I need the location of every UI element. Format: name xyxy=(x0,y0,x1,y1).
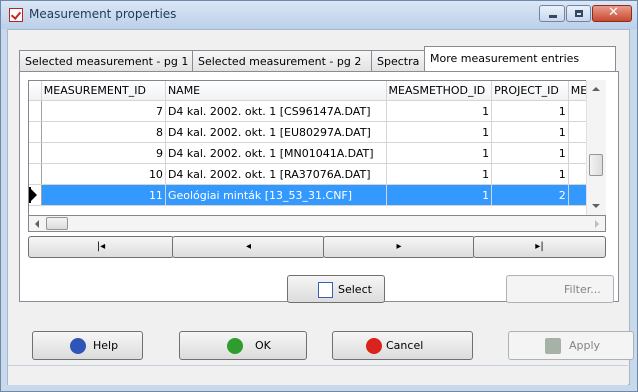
minimize-button[interactable] xyxy=(539,5,565,22)
cell-measmethod-id[interactable]: 1 xyxy=(386,121,493,143)
cell-project-id[interactable]: 1 xyxy=(491,100,569,122)
app-checkbox-icon xyxy=(9,8,23,22)
maximize-icon xyxy=(575,10,583,17)
cell-measurement-id[interactable]: 8 xyxy=(41,121,166,143)
select-document-icon xyxy=(318,282,333,298)
row-indicator[interactable] xyxy=(29,100,42,122)
vertical-scroll-thumb[interactable] xyxy=(589,154,603,176)
x-circle-icon xyxy=(366,338,382,354)
cancel-button-label: Cancel xyxy=(386,339,424,352)
cell-name[interactable]: D4 kal. 2002. okt. 1 [EU80297A.DAT] xyxy=(165,121,387,143)
tab-spectra[interactable]: Spectra xyxy=(371,50,425,71)
header-row: MEASUREMENT_ID NAME MEASMETHOD_ID PROJEC… xyxy=(29,81,605,101)
cell-measmethod-id[interactable]: 1 xyxy=(386,184,493,206)
column-header-project-id[interactable]: PROJECT_ID xyxy=(491,81,569,101)
scroll-up-arrow-icon[interactable] xyxy=(592,87,600,91)
cell-measurement-id[interactable]: 10 xyxy=(41,163,166,185)
close-icon: ✕ xyxy=(608,5,619,20)
question-icon xyxy=(70,338,86,354)
status-bar xyxy=(8,365,628,385)
horizontal-scroll-thumb[interactable] xyxy=(46,217,68,230)
cell-project-id[interactable]: 1 xyxy=(491,142,569,164)
table-row[interactable]: 10 D4 kal. 2002. okt. 1 [RA37076A.DAT] 1… xyxy=(29,163,605,185)
row-indicator-header xyxy=(29,81,42,101)
cell-project-id[interactable]: 2 xyxy=(491,184,569,206)
next-record-button[interactable]: ▸ xyxy=(323,236,475,258)
measurements-table: MEASUREMENT_ID NAME MEASMETHOD_ID PROJEC… xyxy=(29,81,605,206)
title-bar[interactable]: Measurement properties ✕ xyxy=(1,1,637,29)
column-header-name[interactable]: NAME xyxy=(165,81,387,101)
measurements-grid[interactable]: MEASUREMENT_ID NAME MEASMETHOD_ID PROJEC… xyxy=(28,80,606,232)
current-row-indicator[interactable] xyxy=(29,184,42,206)
previous-record-button[interactable]: ◂ xyxy=(172,236,325,258)
cell-project-id[interactable]: 1 xyxy=(491,121,569,143)
close-button[interactable]: ✕ xyxy=(592,5,632,22)
cell-project-id[interactable]: 1 xyxy=(491,163,569,185)
scroll-left-arrow-icon[interactable] xyxy=(35,220,39,228)
select-button-label: Select xyxy=(338,283,372,296)
select-button[interactable]: Select xyxy=(287,275,385,303)
first-record-button[interactable]: |◂ xyxy=(28,236,174,258)
column-header-measurement-id[interactable]: MEASUREMENT_ID xyxy=(41,81,166,101)
ok-button[interactable]: OK xyxy=(179,331,307,360)
filter-button[interactable]: Filter... xyxy=(506,275,614,303)
cell-measmethod-id[interactable]: 1 xyxy=(386,142,493,164)
minimize-icon xyxy=(549,15,557,18)
record-navigator: |◂ ◂ ▸ ▸| xyxy=(28,236,606,258)
cell-name[interactable]: D4 kal. 2002. okt. 1 [RA37076A.DAT] xyxy=(165,163,387,185)
cell-name[interactable]: D4 kal. 2002. okt. 1 [CS96147A.DAT] xyxy=(165,100,387,122)
scroll-right-arrow-icon[interactable] xyxy=(595,220,599,228)
cell-name[interactable]: Geológiai minták [13_53_31.CNF] xyxy=(165,184,387,206)
tab-selected-measurement-pg1[interactable]: Selected measurement - pg 1 xyxy=(19,50,193,71)
tab-selected-measurement-pg2[interactable]: Selected measurement - pg 2 xyxy=(192,50,372,71)
cell-measmethod-id[interactable]: 1 xyxy=(386,163,493,185)
current-row-bar-icon xyxy=(29,187,31,203)
table-row-selected[interactable]: 11 Geológiai minták [13_53_31.CNF] 1 2 xyxy=(29,184,605,206)
help-button-label: Help xyxy=(93,339,119,352)
column-header-measmethod-id[interactable]: MEASMETHOD_ID xyxy=(386,81,493,101)
cell-measmethod-id[interactable]: 1 xyxy=(386,100,493,122)
apply-button-label: Apply xyxy=(569,339,601,352)
cell-name[interactable]: D4 kal. 2002. okt. 1 [MN01041A.DAT] xyxy=(165,142,387,164)
current-row-arrow-icon xyxy=(31,189,37,201)
apply-button[interactable]: Apply xyxy=(508,331,634,360)
table-row[interactable]: 9 D4 kal. 2002. okt. 1 [MN01041A.DAT] 1 … xyxy=(29,142,605,164)
table-row[interactable]: 8 D4 kal. 2002. okt. 1 [EU80297A.DAT] 1 … xyxy=(29,121,605,143)
window-title: Measurement properties xyxy=(29,7,177,21)
cell-measurement-id[interactable]: 11 xyxy=(41,184,166,206)
check-circle-icon xyxy=(227,338,243,354)
row-indicator[interactable] xyxy=(29,163,42,185)
cell-measurement-id[interactable]: 7 xyxy=(41,100,166,122)
help-button[interactable]: Help xyxy=(32,331,143,360)
scroll-down-arrow-icon[interactable] xyxy=(592,204,600,208)
cancel-button[interactable]: Cancel xyxy=(332,331,473,360)
maximize-button[interactable] xyxy=(566,5,591,22)
table-row[interactable]: 7 D4 kal. 2002. okt. 1 [CS96147A.DAT] 1 … xyxy=(29,100,605,122)
horizontal-scrollbar[interactable] xyxy=(28,215,606,232)
row-indicator[interactable] xyxy=(29,121,42,143)
vertical-scrollbar[interactable] xyxy=(586,80,606,215)
filter-button-label: Filter... xyxy=(564,283,601,296)
ok-button-label: OK xyxy=(255,339,271,352)
cell-measurement-id[interactable]: 9 xyxy=(41,142,166,164)
last-record-button[interactable]: ▸| xyxy=(473,236,606,258)
row-indicator[interactable] xyxy=(29,142,42,164)
tab-more-measurement-entries[interactable]: More measurement entries xyxy=(424,46,616,72)
apply-hand-icon xyxy=(545,338,561,354)
